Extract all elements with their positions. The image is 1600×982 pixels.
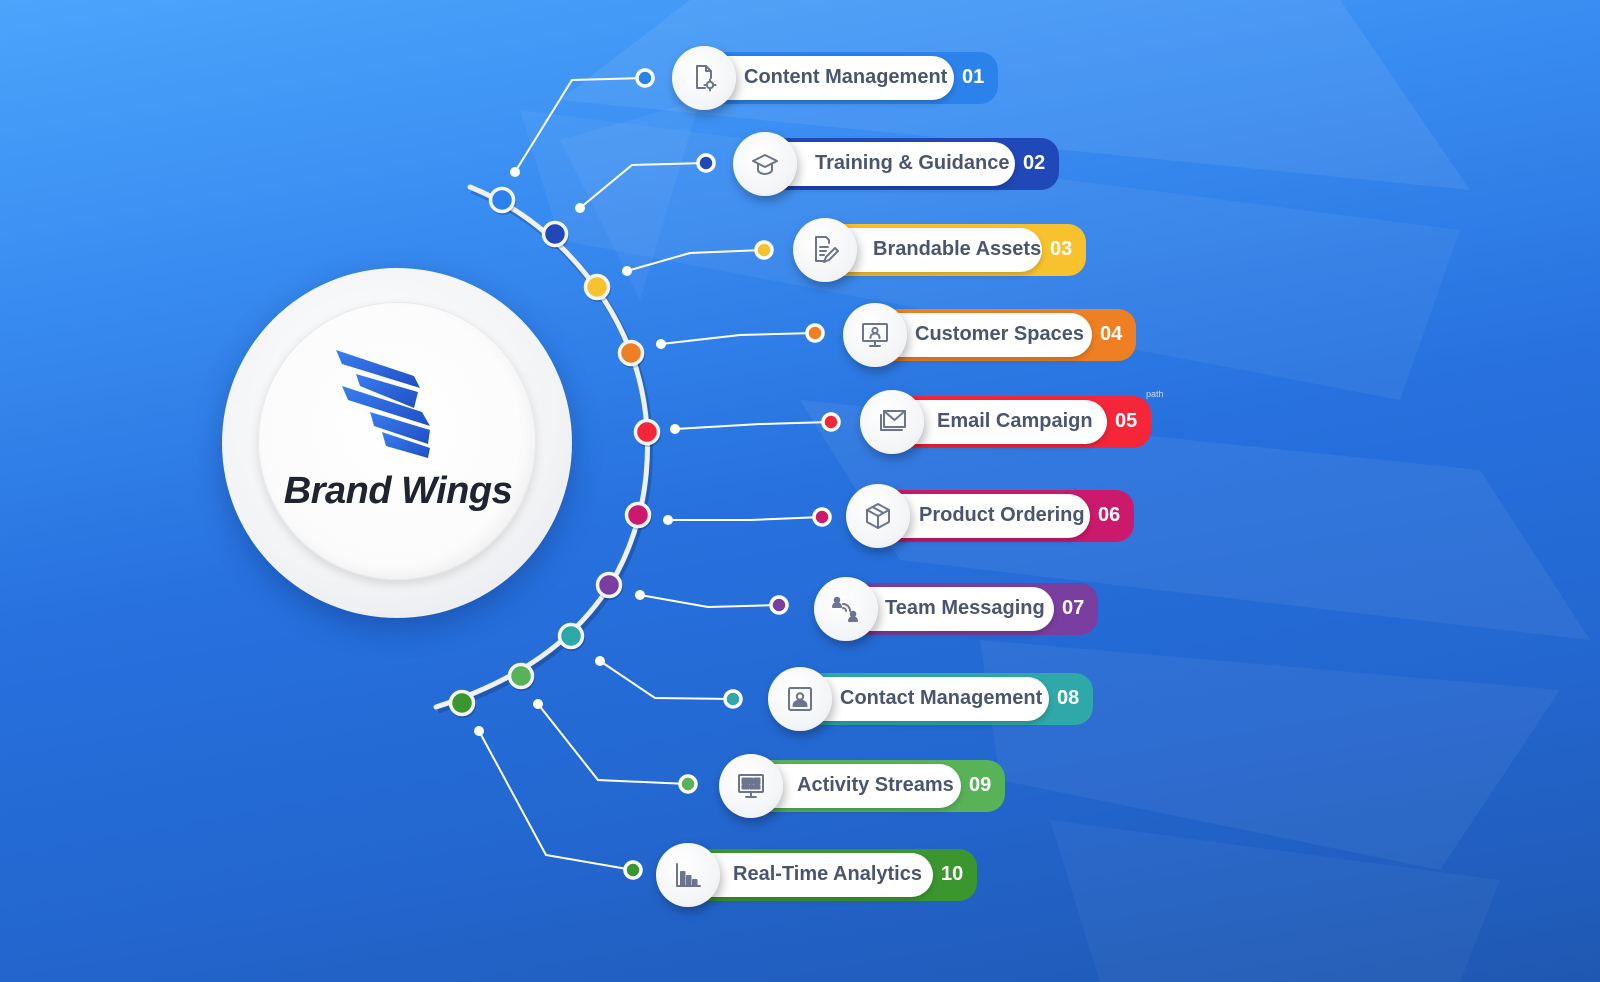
connector-start-dot [670, 424, 680, 434]
feature-label: Activity Streams [797, 774, 954, 796]
connector-end-node [754, 240, 774, 260]
arc-node [488, 186, 516, 214]
connector-end-node [769, 595, 789, 615]
feature-label: Product Ordering [919, 504, 1085, 526]
connector-line [537, 703, 689, 785]
feature-number: 02 [1023, 152, 1046, 174]
arc-node [617, 339, 645, 367]
graduation-cap-icon [752, 154, 778, 175]
arc-node [583, 273, 611, 301]
feature-number: 07 [1062, 597, 1085, 619]
feature-number: 10 [941, 863, 964, 885]
connector-start-dot [595, 656, 605, 666]
path-annotation: path [1146, 389, 1164, 399]
monitor-user-icon [862, 323, 888, 347]
connector-end-node [812, 507, 832, 527]
connector-line [599, 660, 734, 700]
feature-number: 09 [969, 774, 992, 796]
arc-node [624, 501, 652, 529]
feature-icon-circle [768, 667, 832, 731]
connector-start-dot [533, 699, 543, 709]
connector-line [514, 77, 646, 173]
feature-number: 05 [1115, 410, 1138, 432]
feature-item-10[interactable]: Real-Time Analytics 10 [656, 843, 977, 907]
connector-start-dot [622, 266, 632, 276]
connector-start-dot [575, 203, 585, 213]
timeline-arc [433, 184, 650, 710]
feature-label: Content Management [744, 66, 948, 88]
feature-icon-circle [843, 303, 907, 367]
feature-icon-circle [814, 577, 878, 641]
arc-node [633, 418, 661, 446]
connector-end-node [635, 68, 655, 88]
team-chat-icon [832, 596, 858, 622]
connector-line [668, 516, 823, 521]
connector-start-dot [656, 339, 666, 349]
feature-label: Training & Guidance [815, 152, 1010, 174]
document-gear-icon [696, 65, 717, 92]
feature-icon-circle [793, 218, 857, 282]
bar-chart-icon [676, 863, 701, 887]
feature-label: Brandable Assets [873, 238, 1042, 260]
connector-line [674, 421, 832, 430]
feature-icon-circle [860, 390, 924, 454]
feature-item-08[interactable]: Contact Management 08 [768, 667, 1093, 731]
connector-end-node [805, 323, 825, 343]
feature-number: 01 [962, 66, 985, 88]
feature-item-03[interactable]: Brandable Assets 03 [793, 218, 1086, 282]
feature-label: Team Messaging [885, 597, 1045, 619]
package-box-icon [866, 503, 890, 529]
connector-line [639, 594, 780, 609]
feature-item-09[interactable]: Activity Streams 09 [719, 754, 1005, 818]
feature-number: 08 [1057, 687, 1080, 709]
connector-start-dot [474, 726, 484, 736]
feature-icon-circle [846, 484, 910, 548]
feature-item-01[interactable]: Content Management 01 [672, 46, 998, 110]
feature-label: Contact Management [840, 687, 1043, 709]
connector-start-dot [510, 167, 520, 177]
feature-number: 04 [1100, 323, 1123, 345]
timeline-arc-shadow [436, 186, 653, 714]
contact-card-icon [788, 687, 812, 711]
feature-number: 06 [1098, 504, 1121, 526]
mail-stack-icon [880, 410, 906, 431]
feature-item-02[interactable]: Training & Guidance 02 [733, 132, 1059, 196]
feature-icon-circle [656, 843, 720, 907]
feature-icon-circle [672, 46, 736, 110]
connector-start-dot [635, 590, 645, 600]
feature-label: Real-Time Analytics [733, 863, 922, 885]
connector-end-node [821, 412, 841, 432]
connector-line [626, 249, 765, 272]
feature-icon-circle [733, 132, 797, 196]
connector-line [660, 332, 816, 345]
feature-label: Customer Spaces [915, 323, 1084, 345]
connector-end-node [696, 153, 716, 173]
feature-item-06[interactable]: Product Ordering 06 [846, 484, 1134, 548]
feature-number: 03 [1050, 238, 1073, 260]
arc-node [507, 662, 535, 690]
connector-end-node [678, 774, 698, 794]
dashboard-monitor-icon [738, 774, 764, 798]
feature-item-05[interactable]: Email Campaign 05 [860, 390, 1151, 454]
feature-icon-circle [719, 754, 783, 818]
connector-start-dot [663, 515, 673, 525]
document-edit-icon [815, 236, 839, 263]
arc-node [448, 689, 476, 717]
arc-node [557, 622, 585, 650]
connector-line [579, 162, 707, 209]
connector-end-node [623, 860, 643, 880]
connector-line [478, 730, 634, 871]
arc-node [595, 571, 623, 599]
feature-item-07[interactable]: Team Messaging 07 [814, 577, 1098, 641]
arc-node [541, 220, 569, 248]
connector-end-node [723, 689, 743, 709]
feature-item-04[interactable]: Customer Spaces 04 [843, 303, 1136, 367]
feature-label: Email Campaign [937, 410, 1093, 432]
